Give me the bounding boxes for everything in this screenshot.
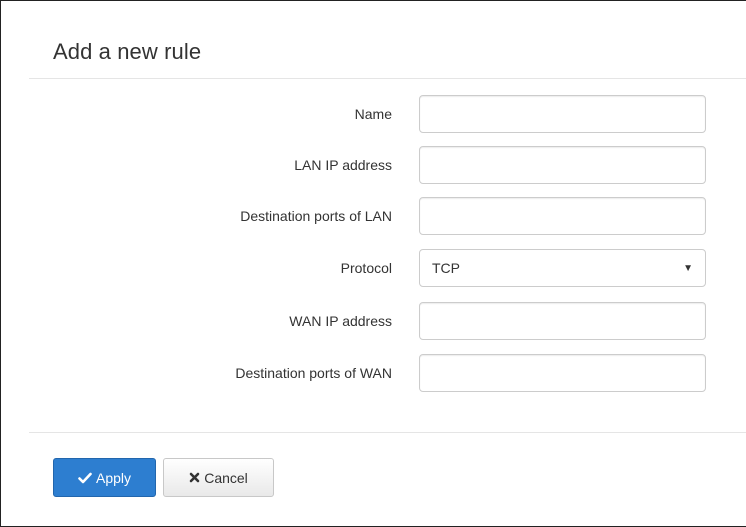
wan-ports-label: Destination ports of WAN: [235, 365, 392, 381]
dialog-title: Add a new rule: [53, 39, 202, 64]
lan-ports-label: Destination ports of LAN: [240, 208, 392, 224]
protocol-select[interactable]: TCP ▼: [419, 249, 706, 287]
cancel-button[interactable]: Cancel: [163, 458, 274, 497]
apply-button-label: Apply: [95, 469, 132, 486]
wan-ip-input[interactable]: [419, 302, 706, 340]
protocol-label: Protocol: [340, 260, 392, 276]
name-label: Name: [354, 106, 392, 122]
wan-ports-input[interactable]: [419, 354, 706, 392]
protocol-selected-value: TCP: [432, 260, 460, 276]
form-row-wan-ports: Destination ports of WAN: [1, 354, 746, 392]
close-icon: [189, 472, 200, 483]
apply-button[interactable]: Apply: [53, 458, 156, 497]
wan-ip-label: WAN IP address: [289, 313, 392, 329]
check-icon: [78, 472, 92, 484]
title-divider: [29, 78, 746, 79]
caret-down-icon: ▼: [683, 262, 693, 274]
add-rule-dialog: Add a new rule Name LAN IP address Desti…: [0, 0, 746, 527]
form-row-protocol: Protocol TCP ▼: [1, 249, 746, 287]
lan-ip-input[interactable]: [419, 146, 706, 184]
form-row-name: Name: [1, 95, 746, 133]
lan-ip-label: LAN IP address: [294, 157, 392, 173]
form-row-lan-ports: Destination ports of LAN: [1, 197, 746, 235]
form-row-lan-ip: LAN IP address: [1, 146, 746, 184]
lan-ports-input[interactable]: [419, 197, 706, 235]
name-input[interactable]: [419, 95, 706, 133]
form-row-wan-ip: WAN IP address: [1, 302, 746, 340]
cancel-button-label: Cancel: [204, 469, 248, 486]
footer-divider: [29, 432, 746, 433]
